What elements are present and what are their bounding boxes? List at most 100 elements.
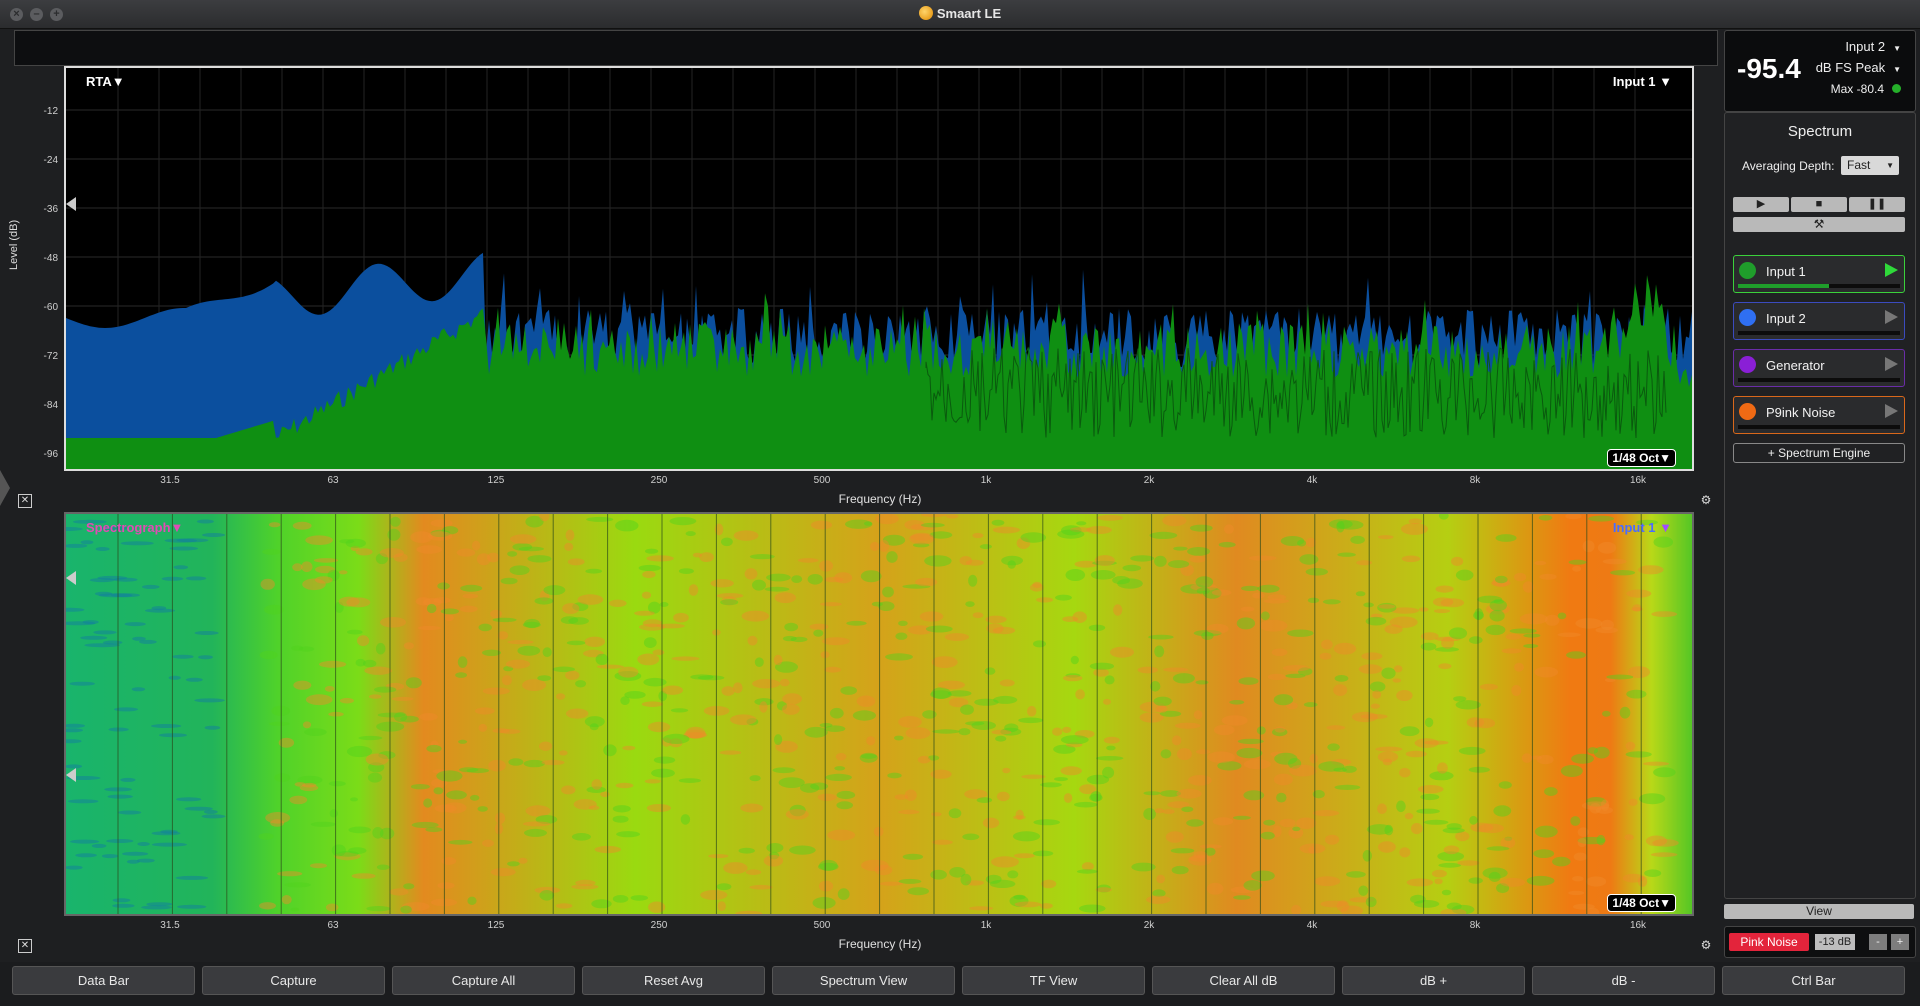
- averaging-select[interactable]: Fast ▼: [1841, 156, 1899, 175]
- pause-button[interactable]: ❚❚: [1849, 197, 1905, 212]
- rta-x-tick: 16k: [1629, 475, 1647, 486]
- spectrograph-input-selector[interactable]: Input 1 ▼: [1613, 520, 1672, 535]
- rta-input-selector[interactable]: Input 1 ▼: [1613, 74, 1672, 89]
- channel-color-icon: [1739, 262, 1756, 279]
- rta-y-tick: -48: [43, 253, 58, 264]
- channel-level-bar: [1738, 425, 1900, 429]
- spectrograph-settings-gear-icon[interactable]: ⚙: [1699, 938, 1713, 952]
- channel-p9ink-noise[interactable]: P9ink Noise: [1733, 396, 1905, 434]
- spectrograph-x-tick: 2k: [1143, 920, 1155, 931]
- chevron-down-icon: ▼: [1893, 44, 1901, 53]
- channel-level-bar: [1738, 378, 1900, 382]
- panel-title: Spectrum: [1787, 123, 1853, 140]
- rta-x-tick: 250: [650, 475, 668, 486]
- tools-wrench-icon[interactable]: ⚒: [1733, 217, 1905, 232]
- rta-y-tick: -60: [43, 302, 58, 313]
- play-button[interactable]: ▶: [1733, 197, 1789, 212]
- channel-level-bar: [1738, 284, 1900, 288]
- rta-plot[interactable]: RTA▼ Input 1 ▼ 1/48 Oct▼: [64, 66, 1694, 471]
- channel-color-icon: [1739, 309, 1756, 326]
- rta-x-tick: 4k: [1306, 475, 1318, 486]
- channel-input-2[interactable]: Input 2: [1733, 302, 1905, 340]
- meter-value: -95.4: [1737, 53, 1801, 84]
- view-button[interactable]: View: [1724, 904, 1914, 919]
- spectrograph-upper-marker-handle[interactable]: [66, 571, 76, 585]
- channel-color-icon: [1739, 403, 1756, 420]
- channel-name: Input 1: [1766, 264, 1806, 279]
- channel-name: Input 2: [1766, 311, 1806, 326]
- reset-avg-button[interactable]: Reset Avg: [582, 966, 765, 995]
- capture-button[interactable]: Capture: [202, 966, 385, 995]
- rta-close-icon[interactable]: ✕: [18, 494, 32, 508]
- add-spectrum-engine-button[interactable]: + Spectrum Engine: [1733, 443, 1905, 463]
- spectrograph-x-tick: 16k: [1629, 920, 1647, 931]
- spectrograph-lower-marker-handle[interactable]: [66, 768, 76, 782]
- rta-x-tick: 500: [813, 475, 831, 486]
- app-logo-icon: [918, 6, 933, 20]
- rta-y-axis-label: Level (dB): [8, 219, 20, 270]
- meter-channel-selector[interactable]: Input 2 ▼: [1845, 39, 1901, 54]
- generator-level[interactable]: -13 dB: [1815, 934, 1855, 950]
- spectrograph-octave-selector[interactable]: 1/48 Oct▼: [1607, 894, 1676, 912]
- spectrograph-x-tick: 8k: [1469, 920, 1481, 931]
- meter-unit-selector[interactable]: dB FS Peak ▼: [1816, 60, 1901, 75]
- rta-mode-selector[interactable]: RTA▼: [86, 74, 125, 89]
- level-meter[interactable]: -95.4 Input 2 ▼ dB FS Peak ▼ Max -80.4: [1724, 30, 1916, 112]
- generator-level-down-button[interactable]: -: [1869, 934, 1887, 950]
- meter-max: Max -80.4: [1831, 82, 1901, 96]
- spectrograph-x-tick: 1k: [980, 920, 992, 931]
- window-title: Smaart LE: [936, 6, 1002, 21]
- clear-all-db-button[interactable]: Clear All dB: [1152, 966, 1335, 995]
- pink-noise-button[interactable]: Pink Noise: [1729, 933, 1809, 951]
- channel-level-bar: [1738, 331, 1900, 335]
- play-icon[interactable]: [1885, 404, 1898, 418]
- rta-y-tick: -12: [43, 106, 58, 117]
- rta-x-axis-label: Frequency (Hz): [838, 492, 922, 506]
- window-title-wrap: Smaart LE: [0, 6, 1920, 21]
- play-icon[interactable]: [1885, 263, 1898, 277]
- rta-y-tick: -36: [43, 204, 58, 215]
- sidebar-expand-handle[interactable]: [0, 470, 10, 506]
- generator-strip: Pink Noise -13 dB - +: [1724, 926, 1916, 958]
- rta-octave-selector[interactable]: 1/48 Oct▼: [1607, 449, 1676, 467]
- channel-input-1[interactable]: Input 1: [1733, 255, 1905, 293]
- spectrum-panel: Spectrum Averaging Depth: Fast ▼ ▶ ■ ❚❚ ⚒…: [1724, 112, 1916, 899]
- rta-y-tick: -96: [43, 449, 58, 460]
- play-icon[interactable]: [1885, 357, 1898, 371]
- title-bar: × – + Smaart LE: [0, 0, 1920, 29]
- ctrl-bar-button[interactable]: Ctrl Bar: [1722, 966, 1905, 995]
- rta-y-tick: -72: [43, 351, 58, 362]
- spectrograph-x-tick: 500: [813, 920, 831, 931]
- rta-y-tick: -24: [43, 155, 58, 166]
- rta-x-tick: 31.5: [160, 475, 180, 486]
- generator-level-up-button[interactable]: +: [1891, 934, 1909, 950]
- spectrograph-x-tick: 63: [327, 920, 339, 931]
- spectrograph-x-tick: 4k: [1306, 920, 1318, 931]
- rta-graph: [66, 68, 1692, 469]
- bottom-command-bar: Data Bar Capture Capture All Reset Avg Spect…: [0, 962, 1920, 1006]
- status-dot-icon: [1892, 84, 1901, 93]
- channel-name: Generator: [1766, 358, 1825, 373]
- spectrum-view-button[interactable]: Spectrum View: [772, 966, 955, 995]
- spectrograph-x-tick: 250: [650, 920, 668, 931]
- spectrograph-close-icon[interactable]: ✕: [18, 939, 32, 953]
- averaging-label: Averaging Depth:: [1742, 159, 1835, 173]
- spectrograph-x-tick: 125: [487, 920, 505, 931]
- top-strip: [14, 30, 1718, 66]
- spectrograph-mode-selector[interactable]: Spectrograph▼: [86, 520, 183, 535]
- play-icon[interactable]: [1885, 310, 1898, 324]
- channel-color-icon: [1739, 356, 1756, 373]
- db-button[interactable]: dB -: [1532, 966, 1715, 995]
- stop-button[interactable]: ■: [1791, 197, 1847, 212]
- chevron-down-icon: ▼: [1886, 161, 1894, 170]
- data-bar-button[interactable]: Data Bar: [12, 966, 195, 995]
- tf-view-button[interactable]: TF View: [962, 966, 1145, 995]
- channel-generator[interactable]: Generator: [1733, 349, 1905, 387]
- spectrograph-plot[interactable]: Spectrograph▼ Input 1 ▼ 1/48 Oct▼: [64, 512, 1694, 916]
- capture-all-button[interactable]: Capture All: [392, 966, 575, 995]
- rta-level-marker-handle[interactable]: [66, 197, 76, 211]
- chevron-down-icon: ▼: [1893, 65, 1901, 74]
- rta-settings-gear-icon[interactable]: ⚙: [1699, 493, 1713, 507]
- db-button[interactable]: dB +: [1342, 966, 1525, 995]
- spectrograph-x-axis-label: Frequency (Hz): [838, 937, 922, 951]
